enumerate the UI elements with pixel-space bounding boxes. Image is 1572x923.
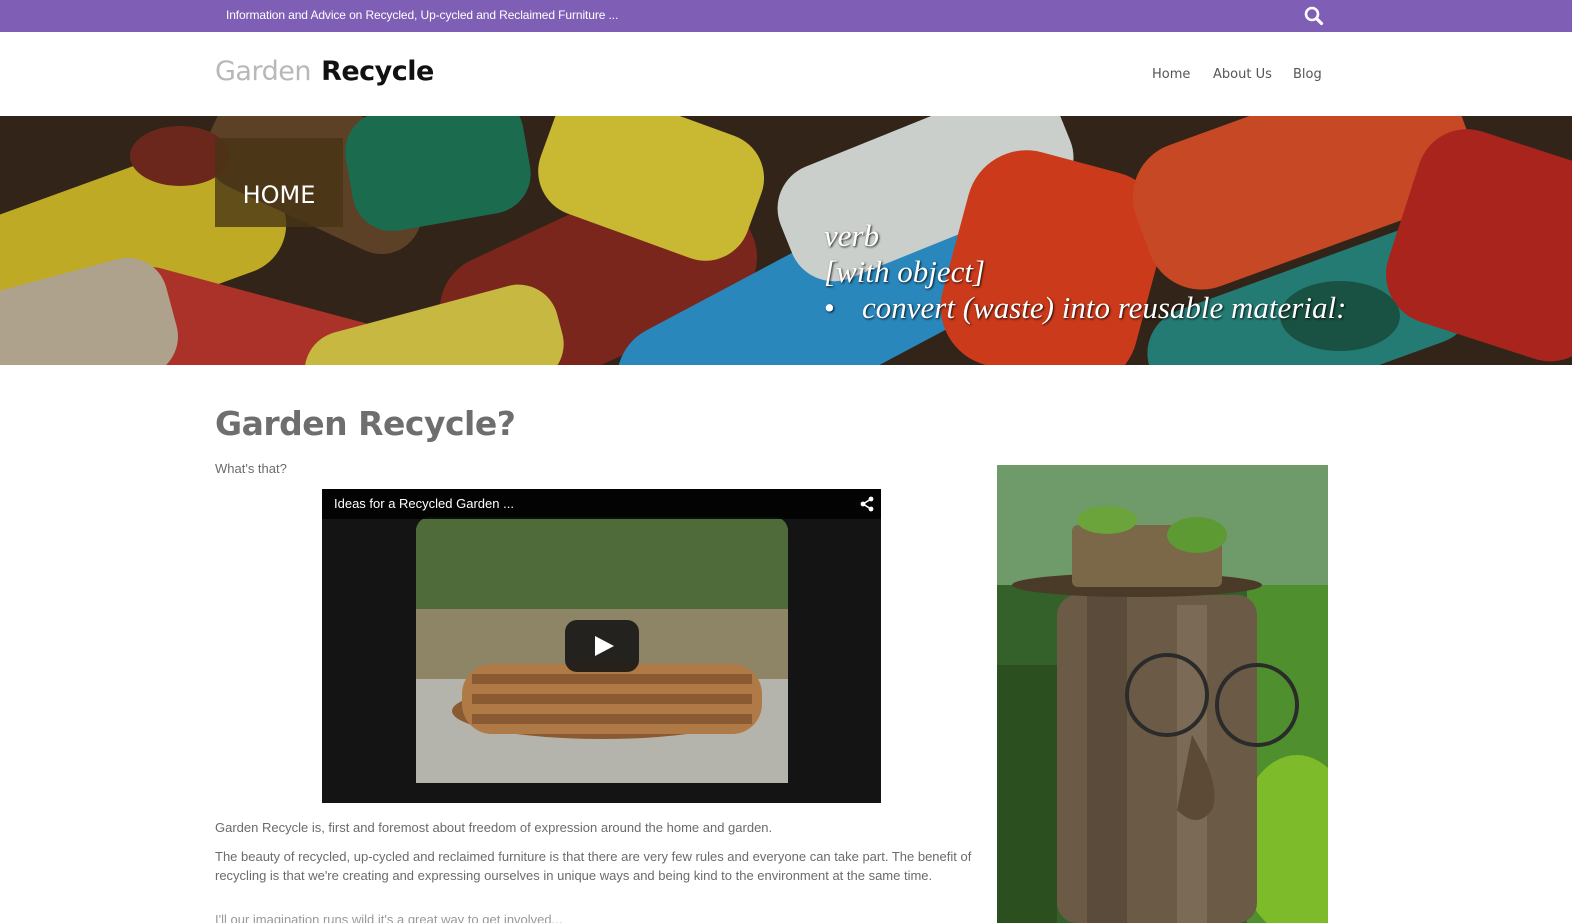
definition-line: • convert (waste) into reusable material: [824, 290, 1346, 326]
page-label-box: HOME [215, 138, 343, 227]
body-paragraph-3: I'll our imagination runs wild it's a gr… [215, 912, 563, 923]
nav-item-about-us[interactable]: About Us [1213, 67, 1272, 82]
top-bar: Information and Advice on Recycled, Up-c… [0, 0, 1572, 32]
definition-bullet: • [824, 290, 835, 325]
play-icon[interactable] [565, 620, 639, 672]
nav-item-home[interactable]: Home [1152, 67, 1190, 82]
video-embed[interactable]: Ideas for a Recycled Garden ... [322, 489, 881, 803]
site-tagline: Information and Advice on Recycled, Up-c… [226, 8, 619, 22]
tree-stump-face-image [997, 465, 1328, 923]
page-title: Garden Recycle? [215, 404, 516, 443]
definition-word-class: verb [824, 218, 880, 253]
nav-item-blog[interactable]: Blog [1293, 67, 1322, 82]
page-label: HOME [242, 181, 316, 209]
share-icon[interactable] [859, 496, 875, 512]
video-title[interactable]: Ideas for a Recycled Garden ... [334, 496, 514, 511]
page-subtitle: What's that? [215, 461, 287, 476]
hero-definition: verb [with object] • convert (waste) into… [824, 218, 1346, 326]
main-nav: Home About Us Blog [0, 67, 1572, 87]
site-header: Garden Recycle Home About Us Blog [0, 32, 1572, 116]
video-title-bar: Ideas for a Recycled Garden ... [322, 489, 881, 519]
body-paragraph-1: Garden Recycle is, first and foremost ab… [215, 820, 773, 835]
definition-usage: [with object] [824, 254, 986, 289]
hero-banner: HOME verb [with object] • convert (waste)… [0, 116, 1572, 365]
definition-text: convert (waste) into reusable material: [862, 290, 1347, 325]
body-paragraph-2: The beauty of recycled, up-cycled and re… [215, 849, 972, 883]
search-icon[interactable] [1303, 5, 1325, 27]
